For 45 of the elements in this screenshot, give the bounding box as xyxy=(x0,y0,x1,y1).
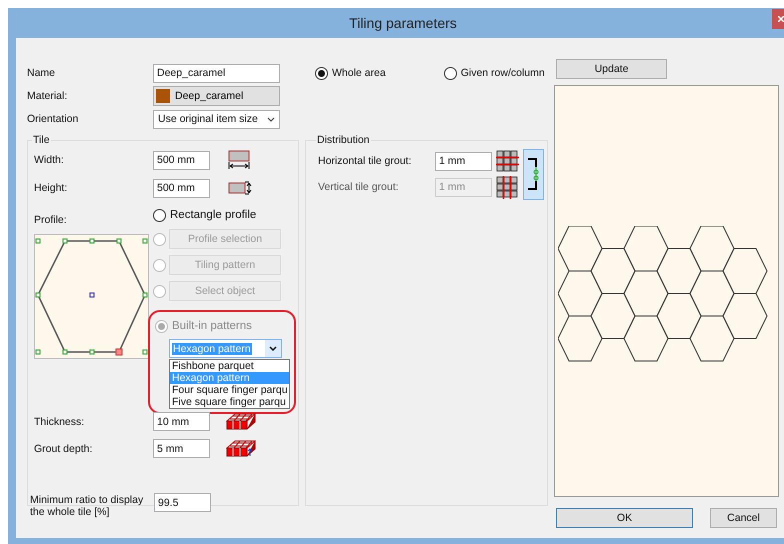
name-field[interactable]: Deep_caramel xyxy=(153,64,280,82)
ratio-field[interactable]: 99.5 xyxy=(154,493,211,512)
field-label: Minimum ratio to display the whole tile [%] xyxy=(30,494,144,518)
tile-grout-icon xyxy=(226,440,256,458)
group-title: Tile xyxy=(32,134,51,146)
size-field[interactable]: 500 mm xyxy=(153,150,210,170)
material-button[interactable]: Deep_caramel xyxy=(153,86,280,106)
field-label: Name xyxy=(27,67,56,79)
orientation-dropdown[interactable]: Use original item size xyxy=(153,110,280,128)
tile-slab-icon xyxy=(226,412,256,430)
size-field[interactable]: 500 mm xyxy=(153,178,210,198)
radio-label: Whole area xyxy=(332,67,386,79)
width-icon xyxy=(228,150,250,170)
ok-button[interactable]: OK xyxy=(556,508,693,528)
field-label: Grout depth: xyxy=(34,442,94,454)
radio-label: Rectangle profile xyxy=(170,209,256,221)
field-label: Thickness: xyxy=(34,416,86,428)
update-button[interactable]: Update xyxy=(556,59,667,79)
size-field[interactable]: 10 mm xyxy=(153,412,210,431)
cancel-button[interactable]: Cancel xyxy=(710,508,777,528)
radio-label: Built-in patterns xyxy=(172,320,252,332)
field-label: Vertical tile grout: xyxy=(318,181,400,193)
height-icon xyxy=(228,181,252,195)
link-button[interactable] xyxy=(523,148,544,200)
radio-button[interactable] xyxy=(444,66,457,80)
group-title: Distribution xyxy=(316,134,371,146)
radio-button[interactable] xyxy=(153,208,166,222)
vertical-grout-icon xyxy=(496,176,519,198)
field-label: Material: xyxy=(27,90,68,102)
field-label: Horizontal tile grout: xyxy=(318,155,412,167)
chevron-down-icon xyxy=(269,346,277,351)
field-label: Height: xyxy=(34,182,68,194)
grout-field[interactable]: 1 mm xyxy=(435,152,492,170)
chevron-down-icon xyxy=(267,116,275,122)
radio-label: Given row/column xyxy=(460,67,545,79)
chain-link-icon xyxy=(526,156,540,192)
size-field[interactable]: 5 mm xyxy=(153,439,210,458)
list-item[interactable]: Four square finger parqu xyxy=(170,384,289,396)
field-label: Profile: xyxy=(34,214,68,226)
horizontal-grout-icon xyxy=(496,150,519,172)
close-icon xyxy=(778,16,784,22)
window-title: Tiling parameters xyxy=(349,15,457,31)
radio-button[interactable] xyxy=(315,66,328,80)
field-label: Orientation xyxy=(27,113,80,125)
field-label: Width: xyxy=(34,154,65,166)
